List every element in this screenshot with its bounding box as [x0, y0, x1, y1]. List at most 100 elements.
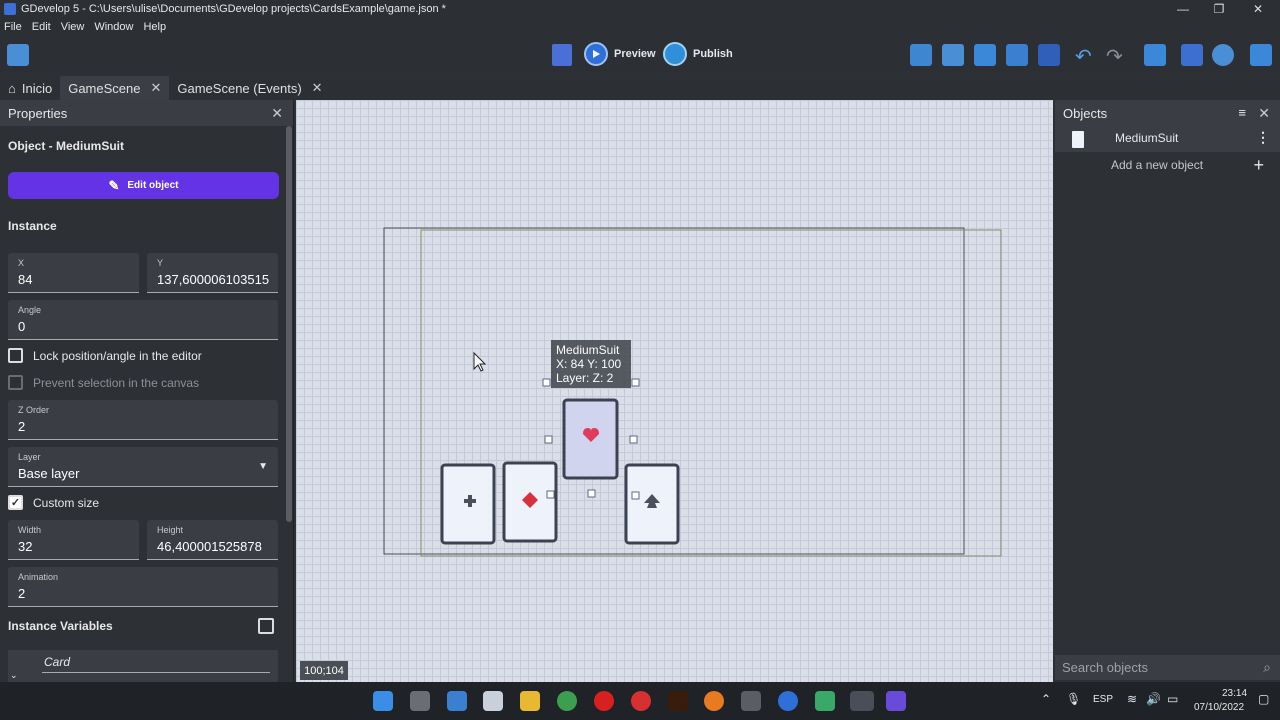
object-list-item[interactable]: MediumSuit ⋮: [1055, 126, 1280, 152]
chrome-icon[interactable]: [557, 691, 577, 711]
y-label: Y: [157, 258, 164, 268]
tab-gamescene-events[interactable]: GameScene (Events) ✕: [169, 76, 330, 100]
snipping-tool-icon[interactable]: [483, 691, 503, 711]
scene-canvas[interactable]: MediumSuit X: 84 Y: 100 Layer: Z: 2: [296, 100, 1053, 682]
grid-icon[interactable]: [1181, 44, 1203, 66]
prevent-selection-checkbox[interactable]: Prevent selection in the canvas: [8, 375, 199, 390]
card-heart-selected: [562, 398, 619, 480]
layers-icon[interactable]: [1038, 44, 1060, 66]
angle-value: 0: [18, 319, 26, 334]
card-spade: [624, 463, 680, 545]
menu-window[interactable]: Window: [94, 21, 133, 33]
variable-row[interactable]: Card ⌄: [8, 650, 278, 682]
animation-field[interactable]: Animation 2: [8, 567, 278, 607]
menu-file[interactable]: File: [4, 21, 22, 33]
git-icon[interactable]: [815, 691, 835, 711]
tab-gamescene-label: GameScene: [68, 80, 141, 96]
globe-icon: [663, 42, 687, 66]
language-indicator[interactable]: ESP: [1093, 694, 1113, 705]
volume-icon[interactable]: 🔊: [1146, 692, 1161, 706]
dropdown-arrow-icon: ▼: [258, 461, 268, 472]
menu-edit[interactable]: Edit: [32, 21, 51, 33]
plus-icon[interactable]: +: [1253, 155, 1264, 176]
blender-icon[interactable]: [704, 691, 724, 711]
close-panel-icon[interactable]: ✕: [271, 105, 283, 122]
menu-help[interactable]: Help: [143, 21, 166, 33]
y-value: 137,600006103515: [157, 272, 270, 287]
microphone-icon[interactable]: 🎙: [1066, 692, 1081, 706]
publish-button[interactable]: Publish: [663, 42, 733, 66]
edit-object-button[interactable]: ✎ Edit object: [8, 172, 279, 199]
expand-icon[interactable]: ⌄: [10, 670, 18, 681]
height-field[interactable]: Height 46,400001525878: [147, 520, 278, 560]
z-order-field[interactable]: Z Order 2: [8, 400, 278, 440]
maximize-button[interactable]: ❐: [1201, 0, 1237, 18]
file-explorer-icon[interactable]: [520, 691, 540, 711]
object-groups-icon[interactable]: [910, 44, 932, 66]
search-objects-input[interactable]: Search objects ⌕: [1055, 655, 1280, 680]
open-external-icon[interactable]: [258, 618, 274, 634]
add-object-row[interactable]: Add a new object +: [1055, 155, 1280, 177]
checkbox-unchecked-icon: [8, 375, 23, 390]
minimize-button[interactable]: —: [1165, 0, 1201, 18]
mail-icon[interactable]: [447, 691, 467, 711]
task-view-icon[interactable]: [410, 691, 430, 711]
variable-name: Card: [44, 655, 71, 669]
tab-events-label: GameScene (Events): [177, 80, 302, 96]
filter-icon[interactable]: ≡: [1238, 105, 1246, 120]
unity-icon[interactable]: [741, 691, 761, 711]
custom-size-checkbox[interactable]: ✓ Custom size: [8, 495, 99, 510]
start-menu-icon[interactable]: [373, 691, 393, 711]
close-panel-icon[interactable]: ✕: [1258, 105, 1270, 122]
tooltip-position: X: 84 Y: 100: [556, 357, 622, 371]
zoom-icon[interactable]: [1212, 44, 1234, 66]
scene-svg: [383, 227, 1002, 557]
preview-button[interactable]: Preview: [584, 42, 656, 66]
more-options-icon[interactable]: ⋮: [1256, 129, 1270, 146]
gdevelop-app-icon: [4, 3, 16, 15]
layer-select[interactable]: Layer Base layer ▼: [8, 447, 278, 487]
cursor-coordinates: 100;104: [300, 661, 348, 680]
window-title: GDevelop 5 - C:\Users\ulise\Documents\GD…: [21, 3, 446, 15]
wifi-icon[interactable]: ≋: [1127, 692, 1137, 706]
construct-icon[interactable]: [778, 691, 798, 711]
object-properties-icon[interactable]: [942, 44, 964, 66]
x-field[interactable]: X 84: [8, 253, 139, 293]
object-name: MediumSuit: [1115, 131, 1179, 145]
battery-icon[interactable]: ▭: [1167, 692, 1178, 706]
lock-position-checkbox[interactable]: Lock position/angle in the editor: [8, 348, 202, 363]
edit-layers-icon[interactable]: [974, 44, 996, 66]
angle-field[interactable]: Angle 0: [8, 300, 278, 340]
window-mask-icon[interactable]: [1144, 44, 1166, 66]
menu-view[interactable]: View: [61, 21, 85, 33]
zorder-value: 2: [18, 419, 26, 434]
visual-studio-icon[interactable]: [886, 691, 906, 711]
os-taskbar: ⌃ 🎙 ESP ≋ 🔊 ▭ 23:14 07/10/2022 ▢: [0, 682, 1280, 720]
opera-icon[interactable]: [594, 691, 614, 711]
instance-heading: Instance: [8, 219, 57, 233]
close-window-button[interactable]: ✕: [1240, 0, 1276, 18]
debugger-icon[interactable]: [552, 44, 572, 66]
tab-inicio[interactable]: ⌂ Inicio: [0, 76, 60, 100]
instances-list-icon[interactable]: [1006, 44, 1028, 66]
tray-chevron-icon[interactable]: ⌃: [1041, 692, 1051, 706]
height-value: 46,400001525878: [157, 539, 262, 554]
close-tab-icon[interactable]: ✕: [150, 80, 161, 96]
objects-panel: Objects ≡ ✕ MediumSuit ⋮ Add a new objec…: [1055, 100, 1280, 682]
redo-icon[interactable]: ↷: [1106, 44, 1128, 68]
tab-gamescene[interactable]: GameScene ✕: [60, 76, 170, 100]
close-tab-icon[interactable]: ✕: [312, 80, 323, 96]
width-field[interactable]: Width 32: [8, 520, 139, 560]
gdevelop-taskbar-icon[interactable]: [850, 691, 874, 711]
properties-scrollbar[interactable]: [286, 126, 292, 522]
scene-settings-icon[interactable]: [1250, 44, 1272, 66]
undo-icon[interactable]: ↶: [1075, 44, 1097, 68]
t-app-icon[interactable]: [631, 691, 651, 711]
project-manager-icon[interactable]: [7, 44, 29, 66]
checkbox-unchecked-icon: [8, 348, 23, 363]
notifications-icon[interactable]: ▢: [1258, 692, 1269, 706]
y-field[interactable]: Y 137,600006103515: [147, 253, 278, 293]
angle-label: Angle: [18, 305, 42, 315]
illustrator-icon[interactable]: [668, 691, 688, 711]
properties-panel: Properties ✕ Object - MediumSuit ✎ Edit …: [0, 100, 294, 682]
